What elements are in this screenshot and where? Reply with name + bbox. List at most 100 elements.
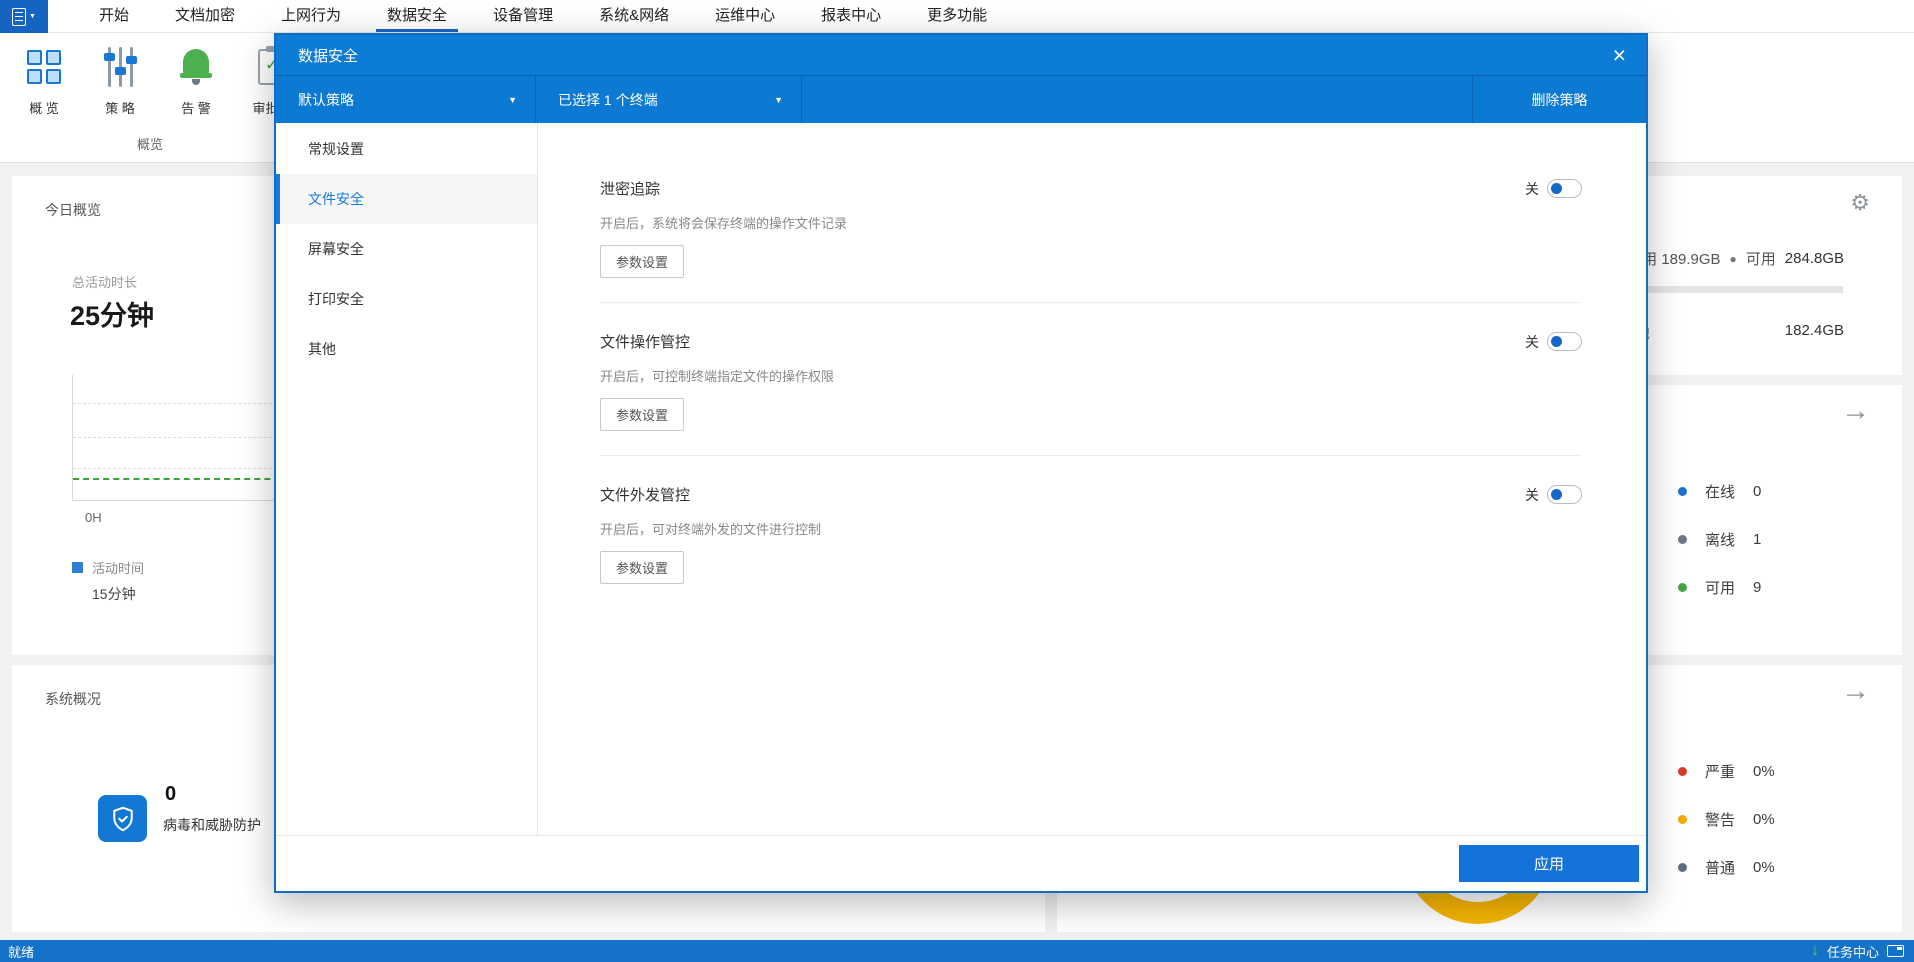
dialog-content: 泄密追踪 关 开启后，系统将会保存终端的操作文件记录 参数设置 文件操作管控 关 (538, 123, 1646, 835)
virus-label: 病毒和威胁防护 (163, 817, 261, 833)
apply-button[interactable]: 应用 (1459, 845, 1639, 882)
section-file-outgoing: 文件外发管控 关 开启后，可对终端外发的文件进行控制 参数设置 (600, 456, 1582, 608)
severity-value: 0% (1753, 859, 1775, 876)
file-operation-toggle[interactable]: 关 (1525, 332, 1582, 352)
status-dot-icon (1678, 487, 1687, 496)
disk-progress-bar (1620, 286, 1843, 293)
menu-item-more[interactable]: 更多功能 (904, 0, 1010, 32)
sidebar-item-file-security[interactable]: 文件安全 (276, 174, 537, 224)
status-label: 在线 (1705, 484, 1736, 501)
monitor-icon[interactable] (1887, 945, 1904, 957)
status-ready-text: 就绪 (8, 944, 35, 960)
app-menu-icon (12, 7, 27, 26)
menu-item-data-security[interactable]: 数据安全 (364, 0, 470, 32)
toggle-switch[interactable] (1547, 179, 1582, 198)
bell-alarm-icon (179, 47, 213, 87)
severity-label: 警告 (1705, 812, 1736, 829)
close-icon[interactable]: × (1613, 43, 1626, 67)
disk-free-value: 284.8GB (1784, 250, 1844, 267)
chevron-down-icon: ▼ (774, 94, 783, 105)
file-outgoing-toggle[interactable]: 关 (1525, 485, 1582, 505)
arrow-right-icon[interactable]: → (1841, 397, 1870, 426)
section-title: 文件外发管控 (600, 487, 691, 504)
dialog-toolbar: 默认策略 ▼ 已选择 1 个终端 ▼ 删除策略 (276, 75, 1646, 123)
policy-dropdown[interactable]: 默认策略 ▼ (276, 76, 536, 123)
status-label: 离线 (1705, 532, 1736, 549)
alarm-severity-card: → 严重 0% 警告 0% 普通 0% (1640, 665, 1902, 932)
severity-label: 普通 (1705, 860, 1736, 877)
dialog-footer: 应用 (276, 835, 1646, 891)
chevron-down-icon: ▼ (508, 94, 517, 105)
toggle-state-label: 关 (1525, 486, 1539, 503)
tool-policy[interactable]: 策 略 (82, 41, 158, 117)
menu-item-doc-encrypt[interactable]: 文档加密 (152, 0, 258, 32)
total-activity-value: 25分钟 (70, 301, 155, 331)
severity-value: 0% (1753, 763, 1775, 780)
status-dot-icon (1678, 535, 1687, 544)
today-card-title: 今日概览 (45, 202, 101, 218)
ribbon-group-label: 概览 (136, 137, 163, 152)
terminal-status-card: → 在线 0 离线 1 可用 9 (1640, 385, 1902, 655)
severity-label: 严重 (1705, 764, 1736, 781)
dialog-titlebar: 数据安全 × (276, 35, 1646, 75)
delete-policy-button[interactable]: 删除策略 (1472, 76, 1646, 123)
disk-used-text: 用 189.9GB (1642, 251, 1721, 268)
gear-icon[interactable]: ⚙ (1850, 190, 1870, 216)
menu-item-start[interactable]: 开始 (76, 0, 152, 32)
download-icon: ↓ (1810, 942, 1819, 959)
menu-item-report-center[interactable]: 报表中心 (798, 0, 904, 32)
menubar: ▼ 开始 文档加密 上网行为 数据安全 设备管理 系统&网络 运维中心 报表中心… (0, 0, 1914, 33)
leak-tracking-toggle[interactable]: 关 (1525, 179, 1582, 199)
terminal-dropdown-value: 已选择 1 个终端 (558, 91, 658, 108)
section-desc: 开启后，可控制终端指定文件的操作权限 (600, 369, 835, 384)
section-file-operation: 文件操作管控 关 开启后，可控制终端指定文件的操作权限 参数设置 (600, 303, 1582, 456)
param-settings-button[interactable]: 参数设置 (600, 245, 685, 278)
status-value: 0 (1753, 483, 1762, 500)
param-settings-button[interactable]: 参数设置 (600, 551, 685, 584)
sidebar-item-print-security[interactable]: 打印安全 (276, 274, 537, 324)
toggle-state-label: 关 (1525, 180, 1539, 197)
legend-square-icon (72, 562, 83, 573)
section-desc: 开启后，系统将会保存终端的操作文件记录 (600, 216, 848, 231)
arrow-right-icon[interactable]: → (1841, 677, 1870, 706)
severity-dot-icon (1678, 863, 1687, 872)
shield-icon (98, 795, 147, 842)
terminal-status-row: 在线 0 (1678, 481, 1761, 502)
tool-label: 告 警 (181, 101, 211, 116)
menu-item-ops-center[interactable]: 运维中心 (692, 0, 798, 32)
terminal-dropdown[interactable]: 已选择 1 个终端 ▼ (536, 76, 802, 123)
status-value: 1 (1753, 531, 1762, 548)
menu-item-device-mgmt[interactable]: 设备管理 (470, 0, 576, 32)
legend-value: 15分钟 (92, 586, 136, 602)
toggle-switch[interactable] (1547, 485, 1582, 504)
task-center-button[interactable]: 任务中心 (1827, 942, 1879, 961)
sidebar-item-screen-security[interactable]: 屏幕安全 (276, 224, 537, 274)
legend-label: 活动时间 (92, 561, 145, 576)
alarm-severity-row: 严重 0% (1678, 761, 1775, 782)
terminal-status-row: 离线 1 (1678, 529, 1761, 550)
disk-other-value: 182.4GB (1784, 322, 1844, 339)
severity-value: 0% (1753, 811, 1775, 828)
tool-label: 策 略 (105, 101, 135, 116)
dialog-title: 数据安全 (298, 47, 359, 65)
policy-dropdown-value: 默认策略 (298, 91, 354, 108)
sidebar-item-other[interactable]: 其他 (276, 324, 537, 374)
tool-overview[interactable]: 概 览 (6, 41, 82, 117)
sidebar-item-general[interactable]: 常规设置 (276, 124, 537, 174)
menu-item-system-network[interactable]: 系统&网络 (576, 0, 692, 32)
app-menu-button[interactable]: ▼ (0, 0, 48, 33)
param-settings-button[interactable]: 参数设置 (600, 398, 685, 431)
alarm-severity-row: 普通 0% (1678, 857, 1775, 878)
status-dot-icon (1678, 583, 1687, 592)
severity-dot-icon (1678, 815, 1687, 824)
menu-item-web-behavior[interactable]: 上网行为 (258, 0, 364, 32)
status-value: 9 (1753, 579, 1762, 596)
total-activity-label: 总活动时长 (72, 275, 138, 290)
tool-label: 概 览 (29, 101, 59, 116)
tool-alarm[interactable]: 告 警 (158, 41, 234, 117)
statusbar: 就绪 ↓ 任务中心 (0, 940, 1914, 962)
section-desc: 开启后，可对终端外发的文件进行控制 (600, 522, 822, 537)
toggle-switch[interactable] (1547, 332, 1582, 351)
section-leak-tracking: 泄密追踪 关 开启后，系统将会保存终端的操作文件记录 参数设置 (600, 150, 1582, 303)
dot-separator-icon: ● (1729, 251, 1737, 266)
